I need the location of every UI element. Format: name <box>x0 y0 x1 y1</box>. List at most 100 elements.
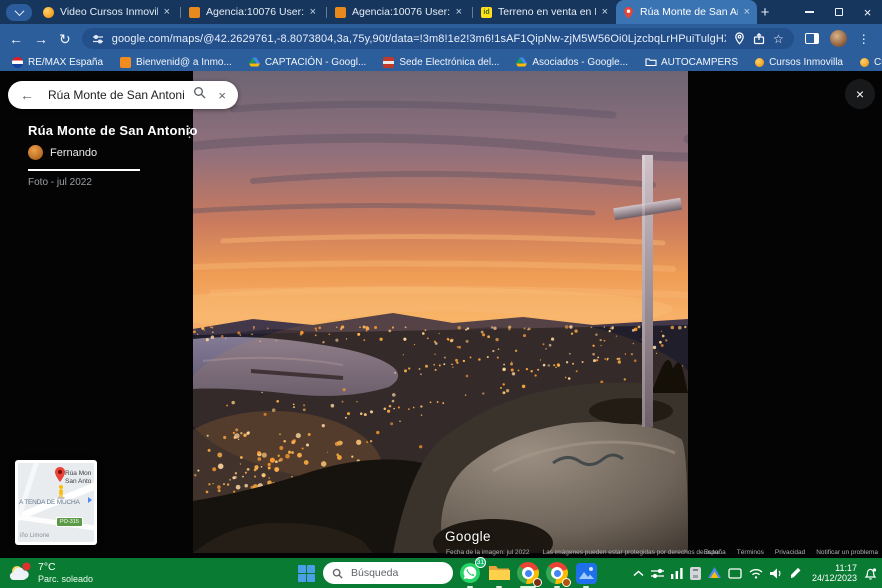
bookmark-label: RE/MAX España <box>28 57 103 68</box>
minimap-road-badge: PO-315 <box>56 517 83 527</box>
terms-link[interactable]: Términos <box>737 549 764 556</box>
tab-close-icon[interactable]: × <box>164 6 170 18</box>
tab-search-button[interactable] <box>6 4 32 21</box>
maps-search-box[interactable]: ← Rúa Monte de San Antonio × <box>8 81 238 109</box>
pegman-icon[interactable] <box>57 485 65 499</box>
speaker-icon[interactable] <box>770 568 783 579</box>
report-problem-link[interactable]: Notificar un problema <box>816 549 878 556</box>
photo-author-row[interactable]: Fernando <box>28 145 188 160</box>
taskbar-search[interactable] <box>323 562 453 584</box>
display-icon[interactable] <box>728 568 742 579</box>
idealista-favicon: id <box>481 7 492 18</box>
photo-menu-icon[interactable]: ⋮ <box>183 125 196 141</box>
search-icon[interactable] <box>193 86 206 104</box>
window-minimize-button[interactable] <box>795 0 824 24</box>
inmovilla-dot-icon <box>860 58 869 67</box>
maps-search-query[interactable]: Rúa Monte de San Antonio <box>48 88 185 102</box>
windows-taskbar: 7°C Parc. soleado 31 <box>0 558 882 588</box>
bookmark-cursos-inmovilla-2[interactable]: Cursos inmovilla <box>860 57 882 68</box>
tab-title: Agencia:10076 User:155809 <box>352 6 450 18</box>
chrome-profile-badge <box>533 578 542 587</box>
privacy-link[interactable]: Privacidad <box>775 549 805 556</box>
drive-sync-warning-icon[interactable] <box>708 567 721 579</box>
tab-close-icon[interactable]: × <box>602 6 608 18</box>
side-panel-icon[interactable] <box>805 33 819 44</box>
sliders-icon[interactable] <box>651 568 664 579</box>
bookmark-remax[interactable]: RE/MAX España <box>12 57 103 68</box>
selected-indicator <box>28 169 140 171</box>
footer-left: Fecha de la imagen: jul 2022 Las imágene… <box>446 549 722 556</box>
pen-icon[interactable] <box>790 567 802 579</box>
bookmark-captacion[interactable]: CAPTACIÓN - Googl... <box>249 57 367 68</box>
signal-bars-icon[interactable] <box>671 568 683 579</box>
inmovilla-icon <box>120 57 131 68</box>
chevron-down-icon <box>14 6 24 16</box>
notifications-bell-icon[interactable] <box>864 567 877 580</box>
chrome-icon-secondary[interactable] <box>545 561 569 585</box>
tab-video-cursos-inmovilla[interactable]: Video Cursos Inmovilla × <box>36 0 177 24</box>
image-date: Fecha de la imagen: jul 2022 <box>446 549 529 556</box>
bookmark-cursos-inmovilla-1[interactable]: Cursos Inmovilla <box>755 57 843 68</box>
window-maximize-button[interactable] <box>824 0 853 24</box>
remax-balloon-icon <box>12 57 23 68</box>
clear-search-icon[interactable]: × <box>218 88 226 103</box>
photos-app-icon[interactable] <box>574 561 598 585</box>
bookmark-star-icon[interactable]: ☆ <box>773 32 784 46</box>
google-watermark: Google <box>445 529 491 544</box>
back-button[interactable]: ← <box>9 32 23 46</box>
forward-button[interactable]: → <box>34 32 48 46</box>
bookmark-bienvenida[interactable]: Bienvenid@ a Inmo... <box>120 57 232 68</box>
profile-avatar[interactable] <box>830 30 847 47</box>
inmovilla-favicon <box>43 7 54 18</box>
tab-close-icon[interactable]: × <box>456 6 462 18</box>
taskbar-clock[interactable]: 11:17 24/12/2023 <box>812 563 857 584</box>
location-pin-icon[interactable] <box>734 32 745 45</box>
photo[interactable] <box>193 71 688 553</box>
reload-button[interactable]: ↻ <box>59 32 71 46</box>
bookmark-label: Cursos Inmovilla <box>769 57 843 68</box>
file-explorer-icon[interactable] <box>487 561 511 585</box>
minimap-street-label: iño Limone <box>20 533 49 539</box>
system-tray: 11:17 24/12/2023 <box>633 558 880 588</box>
site-settings-icon[interactable] <box>92 33 104 45</box>
bookmark-label: Sede Electrónica del... <box>399 57 499 68</box>
red-map-pin-icon <box>54 467 66 483</box>
weather-widget[interactable]: 7°C Parc. soleado <box>8 561 93 585</box>
chrome-icon-active[interactable] <box>516 561 540 585</box>
tab-agencia-2[interactable]: Agencia:10076 User:155809 × <box>328 0 469 24</box>
tab-close-icon[interactable]: × <box>744 6 750 18</box>
address-bar[interactable]: google.com/maps/@42.2629761,-8.8073804,3… <box>82 28 794 49</box>
pin-label-line1: Rúa Mon <box>65 470 91 478</box>
hidden-icons-chevron[interactable] <box>633 570 644 577</box>
bookmark-folder-autocampers[interactable]: AUTOCAMPERS <box>645 57 738 68</box>
browser-tab-strip: Video Cursos Inmovilla × Agencia:10076 U… <box>0 0 882 24</box>
tab-title: Video Cursos Inmovilla <box>60 6 158 18</box>
taskbar-center: 31 <box>294 561 598 585</box>
maximize-icon <box>835 8 843 16</box>
new-tab-button[interactable]: + <box>755 2 775 22</box>
agencia-favicon <box>189 7 200 18</box>
tab-close-icon[interactable]: × <box>310 6 316 18</box>
wifi-icon[interactable] <box>749 568 763 579</box>
bookmark-asociados[interactable]: Asociados - Google... <box>516 57 628 68</box>
taskbar-search-input[interactable] <box>349 566 435 580</box>
window-close-button[interactable]: × <box>853 0 882 24</box>
tab-terreno-idealista[interactable]: id Terreno en venta en Monte Sa × <box>474 0 615 24</box>
minimize-icon <box>805 11 814 12</box>
whatsapp-icon[interactable]: 31 <box>458 561 482 585</box>
bookmark-label: CAPTACIÓN - Googl... <box>265 57 367 68</box>
google-drive-icon <box>249 57 260 68</box>
close-photo-button[interactable]: × <box>845 79 875 109</box>
tab-rua-monte-active[interactable]: Rúa Monte de San Antonio - G × <box>616 0 757 24</box>
share-icon[interactable] <box>753 33 765 45</box>
back-arrow-icon[interactable]: ← <box>20 87 34 103</box>
minimap[interactable]: Rúa Mon San Anto A TENDA DE MUCHA PO-315… <box>15 460 97 545</box>
bookmark-label: Cursos inmovilla <box>874 57 882 68</box>
photo-title: Rúa Monte de San Antonio <box>28 123 188 138</box>
browser-menu-icon[interactable]: ⋮ <box>858 32 870 46</box>
bookmark-sede-electronica[interactable]: Sede Electrónica del... <box>383 57 499 68</box>
device-icon[interactable] <box>690 567 701 580</box>
start-button[interactable] <box>294 561 318 585</box>
tab-agencia-1[interactable]: Agencia:10076 User:155809 × <box>182 0 323 24</box>
sunset-photo-art <box>193 71 688 553</box>
